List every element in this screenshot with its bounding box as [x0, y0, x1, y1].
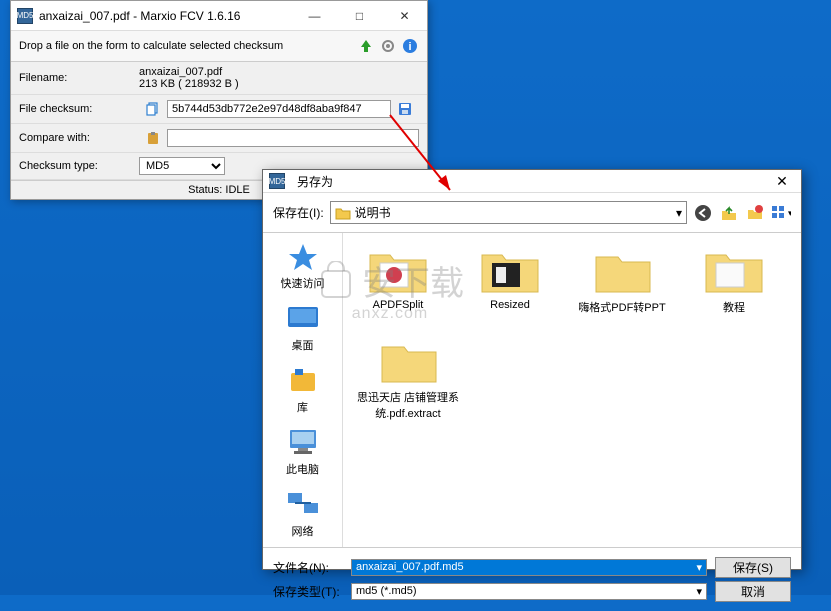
sidebar-label: 桌面: [292, 337, 314, 353]
sidebar-label: 库: [297, 399, 308, 415]
dialog-app-icon: MD5: [269, 173, 285, 189]
type-select[interactable]: MD5: [139, 157, 225, 175]
info-icon[interactable]: i: [401, 37, 419, 55]
folder-label: 嗨格式PDF转PPT: [578, 299, 665, 315]
drop-hint: Drop a file on the form to calculate sel…: [19, 40, 353, 52]
dialog-close-button[interactable]: ✕: [769, 170, 795, 192]
sidebar-item-library[interactable]: 库: [283, 363, 323, 417]
dialog-titlebar[interactable]: MD5 另存为 ✕: [263, 170, 801, 193]
filetype-label: 保存类型(T):: [273, 583, 343, 600]
filename-text: anxaizai_007.pdf: [139, 66, 419, 78]
folder-item[interactable]: 嗨格式PDF转PPT: [577, 243, 667, 315]
folder-item[interactable]: Resized: [465, 243, 555, 315]
save-in-value: 说明书: [355, 204, 391, 221]
compare-label: Compare with:: [19, 132, 139, 144]
save-button[interactable]: 保存(S): [715, 557, 791, 578]
checksum-input[interactable]: [167, 100, 391, 118]
folder-label: 思迅天店 店铺管理系统.pdf.extract: [353, 389, 463, 421]
filename-label: Filename:: [19, 72, 139, 84]
save-in-select[interactable]: 说明书 ▾: [330, 201, 687, 224]
compare-input[interactable]: [167, 129, 419, 147]
paste-icon[interactable]: [143, 128, 163, 148]
maximize-button[interactable]: □: [337, 1, 382, 31]
folder-item[interactable]: APDFSplit: [353, 243, 443, 315]
new-folder-icon[interactable]: [745, 203, 765, 223]
save-in-label: 保存在(I):: [273, 204, 324, 221]
close-button[interactable]: ✕: [382, 1, 427, 31]
sidebar-item-desktop[interactable]: 桌面: [283, 301, 323, 355]
window-title: anxaizai_007.pdf - Marxio FCV 1.6.16: [39, 9, 292, 23]
filename-input[interactable]: anxaizai_007.pdf.md5▾: [351, 559, 707, 576]
folder-item[interactable]: 思迅天店 店铺管理系统.pdf.extract: [353, 333, 463, 421]
places-sidebar: 快速访问 桌面 库 此电脑 网络: [263, 233, 343, 547]
titlebar[interactable]: MD5 anxaizai_007.pdf - Marxio FCV 1.6.16…: [11, 1, 427, 31]
app-icon: MD5: [17, 8, 33, 24]
gear-icon[interactable]: [379, 37, 397, 55]
sidebar-item-thispc[interactable]: 此电脑: [283, 425, 323, 479]
dialog-bottom: 文件名(N): anxaizai_007.pdf.md5▾ 保存(S) 保存类型…: [263, 547, 801, 611]
filename-label: 文件名(N):: [273, 559, 343, 576]
up-icon[interactable]: [719, 203, 739, 223]
sidebar-label: 网络: [292, 523, 314, 539]
dialog-title: 另存为: [297, 173, 769, 190]
folder-icon: [335, 206, 351, 220]
dialog-body: 快速访问 桌面 库 此电脑 网络 APDF: [263, 232, 801, 547]
cancel-button[interactable]: 取消: [715, 581, 791, 602]
svg-text:i: i: [408, 41, 411, 53]
file-list-area[interactable]: APDFSplit Resized 嗨格式PDF转PPT 教程 思迅天店 店铺管…: [343, 233, 801, 547]
save-as-dialog: MD5 另存为 ✕ 保存在(I): 说明书 ▾ ▾ 快速访问 桌面 库: [262, 169, 802, 570]
folder-label: Resized: [490, 299, 530, 311]
copy-icon[interactable]: [143, 99, 163, 119]
filetype-select[interactable]: md5 (*.md5)▾: [351, 583, 707, 600]
sidebar-label: 此电脑: [286, 461, 319, 477]
checksum-row: File checksum:: [11, 95, 427, 124]
folder-label: 教程: [723, 299, 745, 315]
folder-item[interactable]: 教程: [689, 243, 779, 315]
folder-label: APDFSplit: [373, 299, 424, 311]
sidebar-item-network[interactable]: 网络: [283, 487, 323, 541]
upload-icon[interactable]: [357, 37, 375, 55]
drop-hint-row: Drop a file on the form to calculate sel…: [11, 31, 427, 62]
svg-text:▾: ▾: [788, 208, 791, 218]
filename-value: anxaizai_007.pdf 213 KB ( 218932 B ): [139, 66, 419, 90]
dialog-location-bar: 保存在(I): 说明书 ▾ ▾: [263, 193, 801, 232]
filename-row: Filename: anxaizai_007.pdf 213 KB ( 2189…: [11, 62, 427, 95]
checksum-label: File checksum:: [19, 103, 139, 115]
back-icon[interactable]: [693, 203, 713, 223]
save-icon[interactable]: [395, 99, 415, 119]
type-label: Checksum type:: [19, 160, 139, 172]
compare-row: Compare with:: [11, 124, 427, 153]
view-menu-icon[interactable]: ▾: [771, 203, 791, 223]
filesize-text: 213 KB ( 218932 B ): [139, 78, 419, 90]
sidebar-item-quickaccess[interactable]: 快速访问: [279, 239, 327, 293]
window-controls: — □ ✕: [292, 1, 427, 31]
minimize-button[interactable]: —: [292, 1, 337, 31]
sidebar-label: 快速访问: [281, 275, 325, 291]
